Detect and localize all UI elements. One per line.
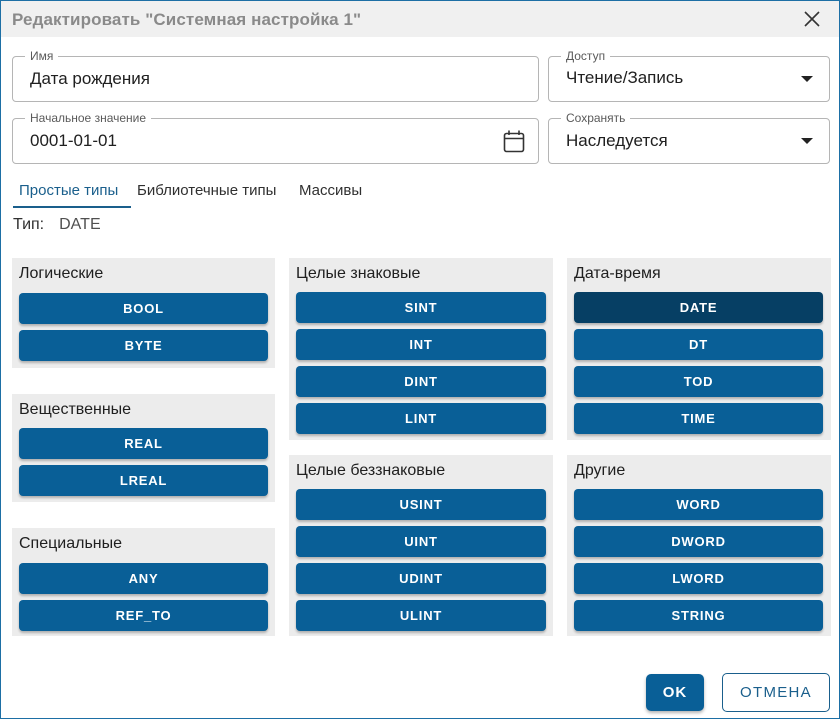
group-unsigned-integers: Целые беззнаковые USINT UINT UDINT ULINT — [289, 455, 553, 636]
title-bar: Редактировать "Системная настройка 1" — [1, 1, 839, 37]
name-field[interactable]: Имя Дата рождения — [12, 49, 539, 102]
type-button-any[interactable]: ANY — [19, 563, 268, 594]
type-button-udint[interactable]: UDINT — [296, 563, 546, 594]
close-icon[interactable] — [801, 8, 823, 30]
group-real: Вещественные REAL LREAL — [12, 394, 275, 502]
group-date-time: Дата-время DATE DT TOD TIME — [567, 258, 831, 440]
group-title: Вещественные — [19, 401, 132, 418]
access-select-label: Доступ — [561, 49, 611, 63]
initial-value-value: 0001-01-01 — [30, 131, 117, 150]
type-button-date[interactable]: DATE — [574, 292, 823, 323]
type-label: Тип: — [13, 216, 45, 233]
type-button-byte[interactable]: BYTE — [19, 330, 268, 361]
ok-button[interactable]: OK — [646, 674, 704, 711]
tab-arrays[interactable]: Массивы — [299, 182, 362, 199]
group-title: Целые беззнаковые — [296, 462, 446, 479]
group-signed-integers: Целые знаковые SINT INT DINT LINT — [289, 258, 553, 440]
type-button-time[interactable]: TIME — [574, 403, 823, 434]
group-title: Целые знаковые — [296, 265, 421, 282]
type-button-ref-to[interactable]: REF_TO — [19, 600, 268, 631]
save-select-value: Наследуется — [566, 131, 668, 150]
group-title: Логические — [19, 265, 104, 282]
initial-value-label: Начальное значение — [25, 111, 152, 125]
group-special: Специальные ANY REF_TO — [12, 528, 275, 636]
tab-library-types[interactable]: Библиотечные типы — [137, 182, 276, 199]
access-select-value: Чтение/Запись — [566, 68, 684, 87]
calendar-icon[interactable] — [503, 130, 525, 158]
type-button-lreal[interactable]: LREAL — [19, 465, 268, 496]
type-button-usint[interactable]: USINT — [296, 489, 546, 520]
type-button-string[interactable]: STRING — [574, 600, 823, 631]
type-button-dt[interactable]: DT — [574, 329, 823, 360]
group-title: Дата-время — [574, 265, 661, 282]
group-title: Специальные — [19, 535, 123, 552]
type-button-uint[interactable]: UINT — [296, 526, 546, 557]
type-button-real[interactable]: REAL — [19, 428, 268, 459]
edit-dialog: Редактировать "Системная настройка 1" Им… — [0, 0, 840, 719]
name-field-value: Дата рождения — [30, 69, 150, 88]
type-button-dint[interactable]: DINT — [296, 366, 546, 397]
group-other: Другие WORD DWORD LWORD STRING — [567, 455, 831, 636]
initial-value-field[interactable]: Начальное значение 0001-01-01 — [12, 111, 539, 164]
chevron-down-icon — [801, 138, 813, 144]
type-button-tod[interactable]: TOD — [574, 366, 823, 397]
active-tab-indicator — [13, 206, 131, 208]
chevron-down-icon — [801, 76, 813, 82]
group-logical: Логические BOOL BYTE — [12, 258, 275, 368]
type-button-lword[interactable]: LWORD — [574, 563, 823, 594]
save-select[interactable]: Сохранять Наследуется — [548, 111, 830, 164]
group-title: Другие — [574, 462, 626, 479]
type-button-bool[interactable]: BOOL — [19, 293, 268, 324]
tab-simple-types[interactable]: Простые типы — [19, 182, 118, 199]
type-button-sint[interactable]: SINT — [296, 292, 546, 323]
type-value: DATE — [59, 216, 101, 233]
current-type: Тип: DATE — [13, 216, 101, 234]
type-button-lint[interactable]: LINT — [296, 403, 546, 434]
type-button-int[interactable]: INT — [296, 329, 546, 360]
name-field-label: Имя — [25, 49, 59, 63]
type-button-ulint[interactable]: ULINT — [296, 600, 546, 631]
save-select-label: Сохранять — [561, 111, 631, 125]
type-button-dword[interactable]: DWORD — [574, 526, 823, 557]
access-select[interactable]: Доступ Чтение/Запись — [548, 49, 830, 102]
cancel-button[interactable]: ОТМЕНА — [722, 673, 830, 712]
type-button-word[interactable]: WORD — [574, 489, 823, 520]
dialog-title: Редактировать "Системная настройка 1" — [12, 10, 362, 29]
